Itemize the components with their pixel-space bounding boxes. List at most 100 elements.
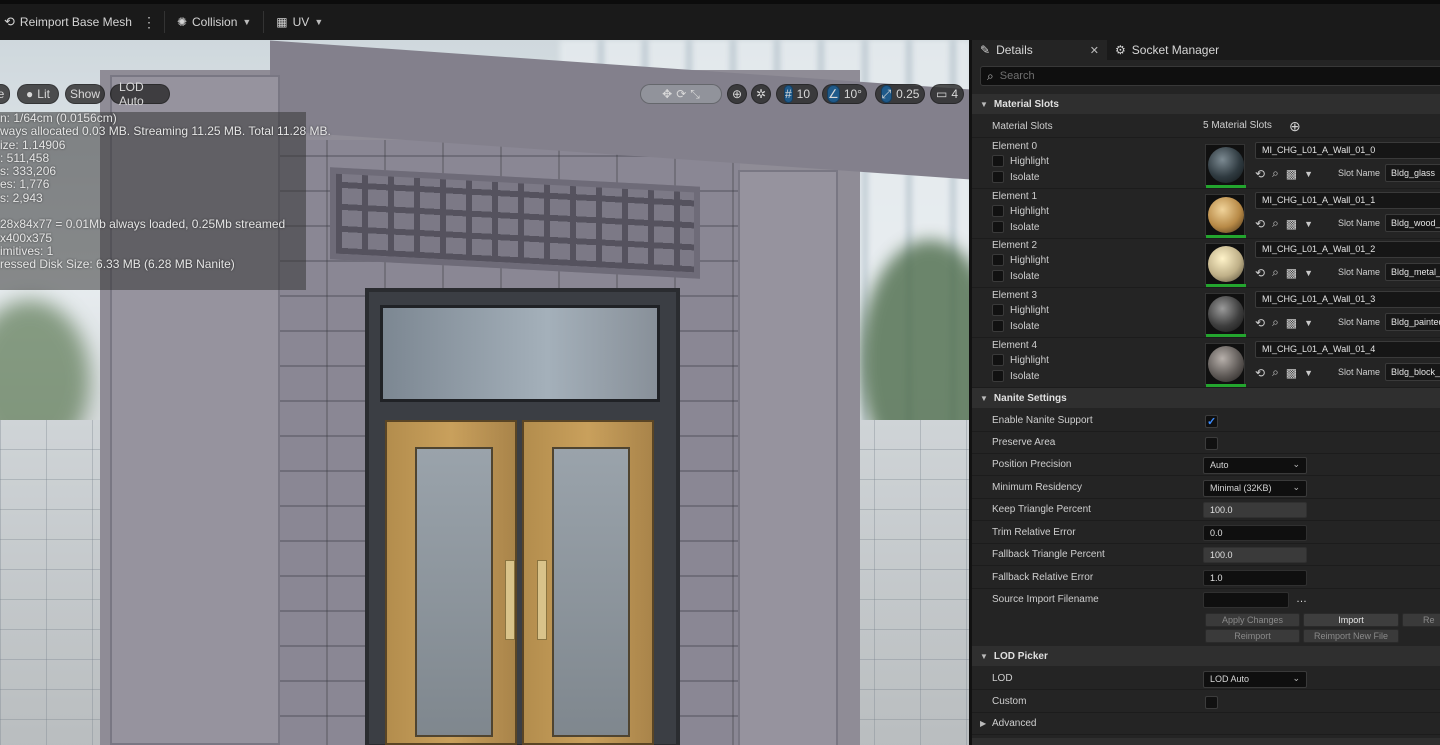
- chevron-down-icon[interactable]: ▼: [1304, 268, 1313, 278]
- reset-icon[interactable]: ⟲: [1255, 217, 1265, 231]
- checker-icon[interactable]: ▩: [1286, 217, 1297, 231]
- material-thumbnail[interactable]: [1205, 293, 1246, 337]
- lod-dropdown[interactable]: LOD Auto ⌄: [1203, 671, 1307, 688]
- isolate-option[interactable]: Isolate: [992, 221, 1039, 233]
- browse-icon[interactable]: ⌕: [1272, 315, 1279, 330]
- world-space-button[interactable]: ⊕: [727, 84, 747, 104]
- position-precision-dropdown[interactable]: Auto ⌄: [1203, 457, 1307, 474]
- next-category[interactable]: [972, 738, 1440, 745]
- enable-nanite-checkbox[interactable]: [1205, 415, 1218, 428]
- material-picker[interactable]: MI_CHG_L01_A_Wall_01_2: [1255, 241, 1440, 258]
- lod-menu-button[interactable]: LOD Auto: [110, 80, 170, 108]
- tab-details[interactable]: ✎ Details ✕: [972, 40, 1107, 60]
- browse-ellipsis-icon[interactable]: …: [1296, 593, 1307, 605]
- material-picker[interactable]: MI_CHG_L01_A_Wall_01_4: [1255, 341, 1440, 358]
- keep-triangle-input[interactable]: 100.0: [1203, 502, 1307, 518]
- material-picker[interactable]: MI_CHG_L01_A_Wall_01_1: [1255, 192, 1440, 209]
- material-thumbnail[interactable]: [1205, 144, 1246, 188]
- trim-relative-error-input[interactable]: 0.0: [1203, 525, 1307, 541]
- checker-icon[interactable]: ▩: [1286, 167, 1297, 181]
- show-menu-button[interactable]: Show: [65, 84, 105, 104]
- highlight-checkbox[interactable]: [992, 254, 1004, 266]
- material-slots-category[interactable]: ▼ Material Slots: [972, 94, 1440, 114]
- isolate-option[interactable]: Isolate: [992, 270, 1039, 282]
- fallback-error-input[interactable]: 1.0: [1203, 570, 1307, 586]
- isolate-checkbox[interactable]: [992, 221, 1004, 233]
- surface-snap-button[interactable]: ✲: [751, 84, 771, 104]
- view-options-button[interactable]: e: [0, 84, 10, 104]
- highlight-option[interactable]: Highlight: [992, 304, 1049, 316]
- reset-icon[interactable]: ⟲: [1255, 366, 1265, 380]
- reset-icon[interactable]: ⟲: [1255, 316, 1265, 330]
- isolate-option[interactable]: Isolate: [992, 320, 1039, 332]
- chevron-down-icon[interactable]: ▼: [1304, 169, 1313, 179]
- highlight-option[interactable]: Highlight: [992, 205, 1049, 217]
- details-search-input[interactable]: ⌕ Search: [980, 66, 1440, 86]
- material-picker[interactable]: MI_CHG_L01_A_Wall_01_3: [1255, 291, 1440, 308]
- isolate-checkbox[interactable]: [992, 171, 1004, 183]
- rotation-snap-button[interactable]: ∠ 10°: [822, 84, 867, 104]
- preserve-area-checkbox[interactable]: [1205, 437, 1218, 450]
- lit-mode-button[interactable]: ● Lit: [17, 84, 59, 104]
- transform-mode-group[interactable]: ✥ ⟳ ⤡: [640, 84, 722, 104]
- browse-icon[interactable]: ⌕: [1272, 265, 1279, 280]
- camera-speed-button[interactable]: ▭ 4: [930, 84, 964, 104]
- slot-name-input[interactable]: Bldg_metal_b: [1385, 263, 1440, 281]
- reimport-new-file-button[interactable]: Reimport New File: [1303, 629, 1399, 643]
- reimport-base-mesh-button[interactable]: ⟲ Reimport Base Mesh: [0, 4, 136, 40]
- reset-icon[interactable]: ⟲: [1255, 167, 1265, 181]
- checker-icon[interactable]: ▩: [1286, 316, 1297, 330]
- material-element-row: Element 3 Highlight Isolate MI_CHG_L01_A…: [972, 288, 1440, 338]
- highlight-checkbox[interactable]: [992, 304, 1004, 316]
- highlight-option[interactable]: Highlight: [992, 254, 1049, 266]
- highlight-checkbox[interactable]: [992, 205, 1004, 217]
- custom-checkbox[interactable]: [1205, 696, 1218, 709]
- highlight-checkbox[interactable]: [992, 354, 1004, 366]
- browse-icon[interactable]: ⌕: [1272, 166, 1279, 181]
- slot-name-input[interactable]: Bldg_block_l: [1385, 363, 1440, 381]
- checker-icon[interactable]: ▩: [1286, 366, 1297, 380]
- material-picker[interactable]: MI_CHG_L01_A_Wall_01_0: [1255, 142, 1440, 159]
- details-panel: ✎ Details ✕ ⚙ Socket Manager ⌕ Search ▼ …: [969, 40, 1440, 745]
- lod-picker-category[interactable]: ▼ LOD Picker: [972, 646, 1440, 666]
- checker-icon[interactable]: ▩: [1286, 266, 1297, 280]
- chevron-down-icon[interactable]: ▼: [1304, 368, 1313, 378]
- slot-name-input[interactable]: Bldg_glass: [1385, 164, 1440, 182]
- advanced-row[interactable]: ▶ Advanced: [972, 713, 1440, 735]
- highlight-option[interactable]: Highlight: [992, 354, 1049, 366]
- browse-icon[interactable]: ⌕: [1272, 365, 1279, 380]
- isolate-checkbox[interactable]: [992, 370, 1004, 382]
- import-button[interactable]: Import: [1303, 613, 1399, 627]
- chevron-down-icon[interactable]: ▼: [1304, 318, 1313, 328]
- close-icon[interactable]: ✕: [1090, 44, 1099, 57]
- chevron-down-icon[interactable]: ▼: [1304, 219, 1313, 229]
- fallback-triangle-input[interactable]: 100.0: [1203, 547, 1307, 563]
- mesh-viewport[interactable]: e ● Lit Show LOD Auto ✥ ⟳ ⤡ ⊕ ✲ # 10 ∠ 1…: [0, 40, 969, 745]
- isolate-checkbox[interactable]: [992, 270, 1004, 282]
- minimum-residency-dropdown[interactable]: Minimal (32KB) ⌄: [1203, 480, 1307, 497]
- uv-menu-button[interactable]: ▦ UV ▼: [272, 4, 327, 40]
- more-options-icon[interactable]: ⋮: [142, 14, 156, 31]
- isolate-checkbox[interactable]: [992, 320, 1004, 332]
- grid-snap-button[interactable]: # 10: [776, 84, 818, 104]
- add-slot-icon[interactable]: ⊕: [1289, 118, 1301, 135]
- slot-name-input[interactable]: Bldg_wood_d: [1385, 214, 1440, 232]
- material-thumbnail[interactable]: [1205, 194, 1246, 238]
- material-thumbnail[interactable]: [1205, 243, 1246, 287]
- material-thumbnail[interactable]: [1205, 343, 1246, 387]
- reimport-button[interactable]: Reimport: [1205, 629, 1300, 643]
- highlight-option[interactable]: Highlight: [992, 155, 1049, 167]
- browse-icon[interactable]: ⌕: [1272, 216, 1279, 231]
- reset-icon[interactable]: ⟲: [1255, 266, 1265, 280]
- tab-socket-manager[interactable]: ⚙ Socket Manager: [1107, 40, 1227, 60]
- source-import-input[interactable]: [1203, 592, 1289, 608]
- slot-name-input[interactable]: Bldg_painted: [1385, 313, 1440, 331]
- collision-menu-button[interactable]: ✺ Collision ▼: [173, 4, 255, 40]
- isolate-option[interactable]: Isolate: [992, 370, 1039, 382]
- scale-snap-button[interactable]: ⤢ 0.25: [875, 84, 925, 104]
- isolate-option[interactable]: Isolate: [992, 171, 1039, 183]
- re-button[interactable]: Re: [1402, 613, 1440, 627]
- apply-changes-button[interactable]: Apply Changes: [1205, 613, 1300, 627]
- nanite-settings-category[interactable]: ▼ Nanite Settings: [972, 388, 1440, 408]
- highlight-checkbox[interactable]: [992, 155, 1004, 167]
